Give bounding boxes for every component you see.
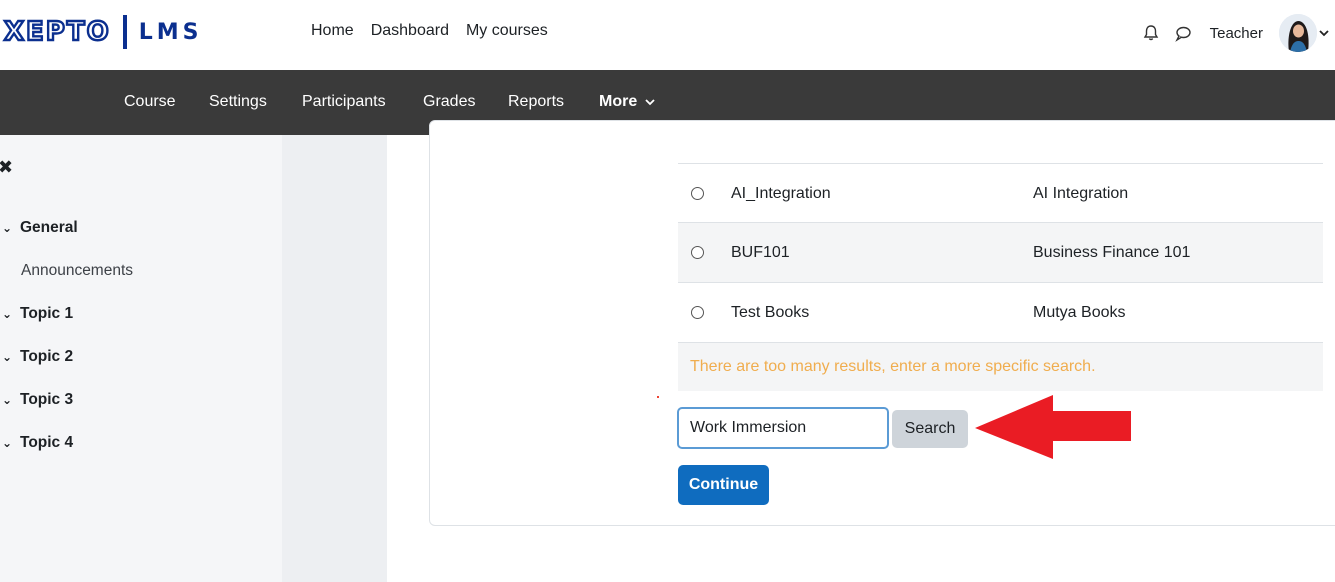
course-shortname: BUF101 [731, 243, 790, 261]
user-area: Teacher [1140, 12, 1335, 54]
primary-nav: Home Dashboard My courses [311, 22, 565, 40]
close-icon[interactable]: ✖ [0, 157, 13, 178]
result-radio[interactable] [691, 187, 704, 200]
chevron-down-icon[interactable]: ⌄ [0, 393, 20, 407]
section-label: Topic 3 [20, 391, 74, 408]
tab-settings[interactable]: Settings [209, 93, 267, 111]
brand-name: XEPTO [3, 16, 111, 48]
section-label: Topic 1 [20, 305, 74, 322]
table-row[interactable]: BUF101 Business Finance 101 [678, 222, 1323, 282]
top-navbar: XEPTO LMS Home Dashboard My courses Teac… [0, 0, 1335, 70]
brand-logo[interactable]: XEPTO LMS [3, 10, 203, 54]
search-button[interactable]: Search [892, 410, 968, 448]
chevron-down-icon[interactable]: ⌄ [0, 436, 20, 450]
chevron-down-icon[interactable] [1319, 24, 1329, 42]
section-label: General [20, 219, 78, 236]
brand-product: LMS [138, 19, 203, 45]
tab-course[interactable]: Course [124, 93, 176, 111]
chevron-down-icon[interactable]: ⌄ [0, 307, 20, 321]
tab-participants[interactable]: Participants [302, 93, 386, 111]
drawer-section-general[interactable]: ⌄ General [0, 219, 78, 237]
continue-button[interactable]: Continue [678, 465, 769, 505]
bell-icon[interactable] [1140, 22, 1162, 44]
annotation-arrow-icon [975, 395, 1131, 459]
drawer-section-topic-3[interactable]: ⌄ Topic 3 [0, 391, 73, 409]
drawer-section-topic-2[interactable]: ⌄ Topic 2 [0, 348, 73, 366]
section-label: Topic 4 [20, 434, 74, 451]
course-fullname: AI Integration [1033, 184, 1129, 202]
course-shortname: AI_Integration [731, 184, 831, 202]
nav-my-courses-link[interactable]: My courses [466, 22, 548, 40]
table-row [678, 135, 1323, 163]
tab-grades[interactable]: Grades [423, 93, 475, 111]
drawer-item-announcements[interactable]: Announcements [21, 262, 133, 280]
drawer-section-topic-4[interactable]: ⌄ Topic 4 [0, 434, 73, 452]
result-radio[interactable] [691, 306, 704, 319]
result-radio[interactable] [691, 246, 704, 259]
brand-divider [122, 15, 127, 49]
drawer-section-topic-1[interactable]: ⌄ Topic 1 [0, 305, 73, 323]
chevron-down-icon[interactable]: ⌄ [0, 350, 20, 364]
course-fullname: Business Finance 101 [1033, 243, 1191, 261]
chevron-down-icon [645, 99, 655, 106]
page-gutter [282, 135, 387, 582]
course-search-input[interactable] [677, 407, 889, 449]
avatar[interactable] [1279, 14, 1317, 52]
table-row[interactable]: AI_Integration AI Integration [678, 163, 1323, 223]
too-many-results-warning: There are too many results, enter a more… [678, 342, 1323, 391]
stray-mark [657, 396, 659, 398]
user-name[interactable]: Teacher [1210, 25, 1263, 42]
table-row[interactable]: Test Books Mutya Books [678, 282, 1323, 342]
section-label: Topic 2 [20, 348, 74, 365]
course-fullname: Mutya Books [1033, 303, 1126, 321]
nav-dashboard-link[interactable]: Dashboard [371, 22, 449, 40]
nav-home-link[interactable]: Home [311, 22, 354, 40]
chevron-down-icon[interactable]: ⌄ [0, 221, 20, 235]
chat-icon[interactable] [1172, 22, 1194, 44]
course-shortname: Test Books [731, 303, 810, 321]
tab-more-label: More [599, 93, 638, 110]
tab-more[interactable]: More [599, 93, 655, 111]
course-index-drawer: ✖ ⌄ General Announcements ⌄ Topic 1 ⌄ To… [0, 135, 282, 582]
tab-reports[interactable]: Reports [508, 93, 564, 111]
